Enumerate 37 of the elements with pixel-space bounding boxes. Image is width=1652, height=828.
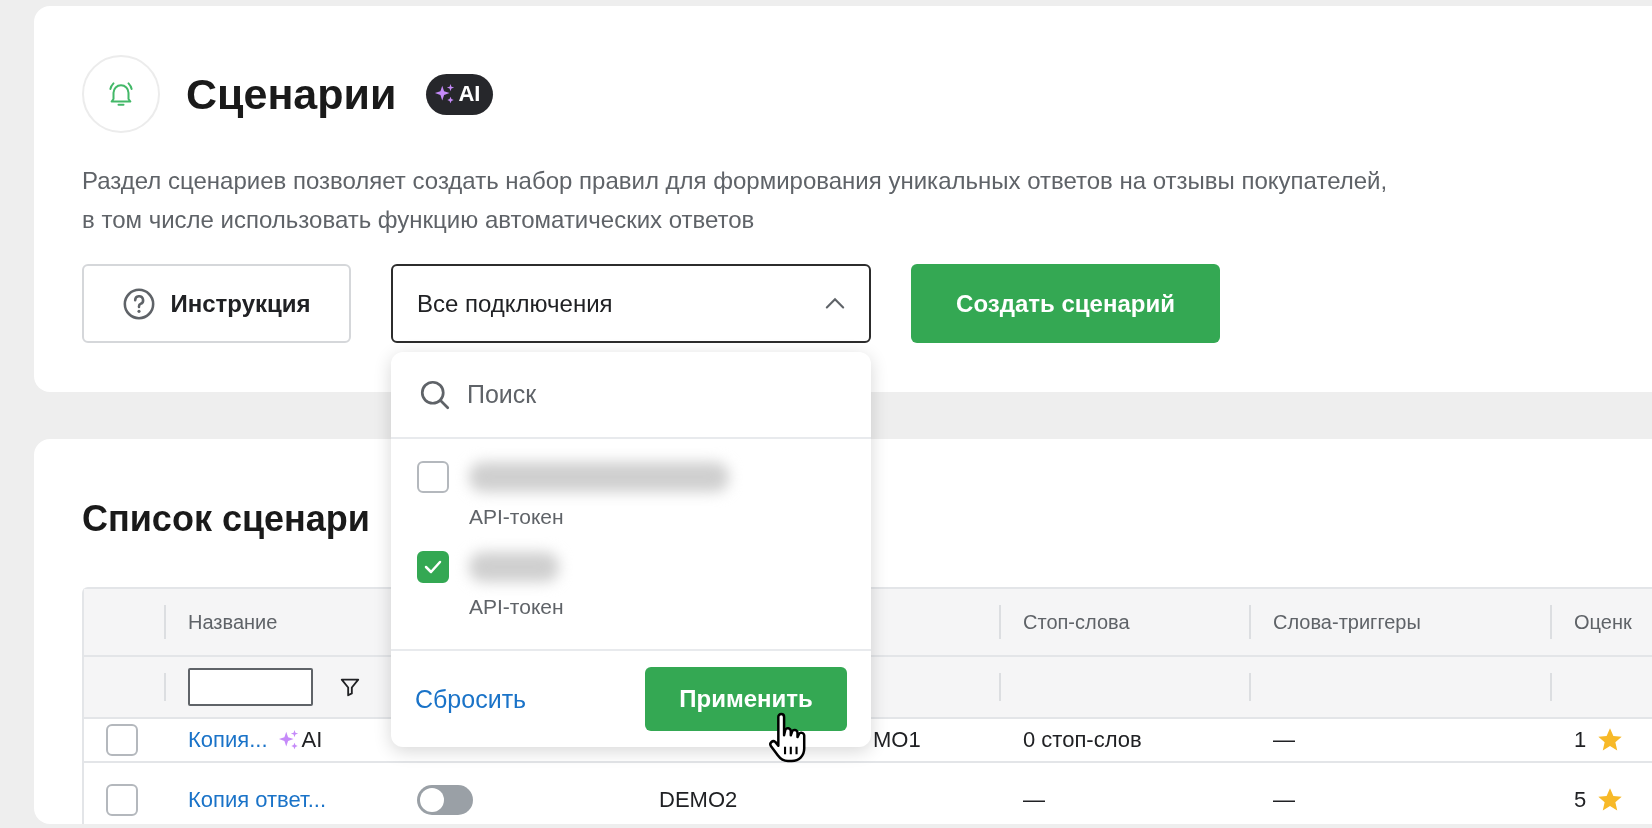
ai-badge: AI [426,73,494,115]
toggle-switch[interactable] [417,785,473,815]
ai-label: AI [277,727,323,753]
column-header: Стоп-слова [1023,610,1130,634]
apply-button[interactable]: Применить [645,667,847,731]
bell-icon [106,79,136,109]
column-header: Оценк [1574,610,1632,634]
trigger-words: — [1273,787,1295,813]
sparkle-icon [434,83,457,105]
option-subtitle: API-токен [469,505,565,529]
connection-name: MO1 [873,727,921,753]
reset-link[interactable]: Сбросить [415,684,527,714]
scenario-link[interactable]: Копия ответ... [188,787,327,813]
rating: 5 [1574,787,1587,813]
filter-input[interactable] [188,668,313,706]
trigger-words: — [1273,727,1295,753]
connection-name: DEMO2 [659,787,738,813]
rating: 1 [1574,727,1587,753]
connections-select[interactable]: Все подключения [391,264,871,343]
scenario-link[interactable]: Копия... [188,727,268,753]
description: Раздел сценариев позволяет создать набор правил для формирования уникальных ответов на отзывы покупателей, в том числе использовать функцию автоматических ответов [82,166,1389,235]
stop-words: — [1023,787,1045,813]
instruction-button[interactable]: Инструкция [82,264,351,343]
checkbox[interactable] [106,784,138,816]
checkbox[interactable] [417,551,449,583]
help-icon [122,286,157,321]
sparkle-icon [277,729,300,751]
column-header: Название [188,610,278,634]
create-button[interactable]: Создать сценарий [911,264,1220,343]
column-header: Слова-триггеры [1273,610,1421,634]
filter-icon[interactable] [339,676,361,698]
checkbox[interactable] [106,724,138,756]
stop-words: 0 стоп-слов [1023,727,1142,753]
option-subtitle: API-токен [469,595,565,619]
checkbox[interactable] [417,461,449,493]
section-title: Список сценари [82,497,370,541]
page-title: Сценарии [186,69,397,119]
